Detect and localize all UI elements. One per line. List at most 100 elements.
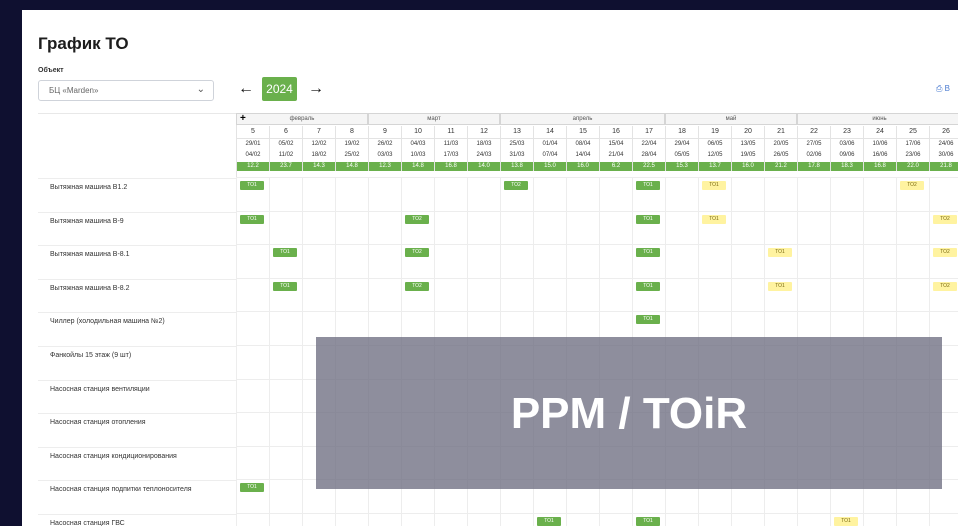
week-hours: 16.8 — [435, 162, 467, 171]
week-start-date: 08/04 — [575, 141, 591, 147]
next-year-arrow-icon[interactable]: → — [308, 80, 324, 98]
maintenance-task-badge[interactable]: ТО2 — [405, 214, 429, 224]
week-start-date: 15/04 — [608, 141, 624, 147]
week-end-date: 14/04 — [575, 152, 591, 158]
maintenance-task-badge[interactable]: ТО2 — [933, 281, 957, 291]
prev-year-arrow-icon[interactable]: ← — [238, 80, 254, 98]
week-hours: 13.8 — [501, 162, 533, 171]
maintenance-task-badge[interactable]: ТО2 — [933, 248, 957, 258]
equipment-row-label[interactable]: Вытяжная машина В1.2 — [38, 178, 236, 212]
week-column: 24 10/06 16/06 16.8 — [863, 126, 896, 171]
equipment-row-label[interactable]: Вытяжная машина В-9 — [38, 211, 236, 246]
maintenance-task-badge[interactable]: ТО1 — [702, 214, 726, 224]
week-column: 22 27/05 02/06 17.8 — [797, 126, 830, 171]
week-column: 5 29/01 04/02 12.2 — [236, 126, 269, 171]
week-end-date: 28/04 — [641, 152, 657, 158]
week-column: 21 20/05 26/05 21.2 — [764, 126, 797, 171]
maintenance-task-badge[interactable]: ТО1 — [537, 516, 561, 526]
week-hours: 16.0 — [567, 162, 599, 171]
week-number: 9 — [369, 126, 401, 139]
object-select[interactable]: БЦ «Marden» ⌄ — [38, 80, 214, 101]
equipment-column: Вытяжная машина В1.2 Вытяжная машина В-9 В… — [38, 113, 237, 526]
equipment-row-label[interactable]: Вытяжная машина В-8.2 — [38, 278, 236, 313]
maintenance-task-badge[interactable]: ТО1 — [240, 214, 264, 224]
week-hours: 14.3 — [303, 162, 335, 171]
week-hours: 6.2 — [600, 162, 632, 171]
month-header-cell: февраль — [236, 113, 368, 125]
print-link[interactable]: ⎙ В — [936, 84, 950, 94]
week-hours: 12.3 — [369, 162, 401, 171]
month-header-cell: май — [665, 113, 797, 125]
week-number: 22 — [798, 126, 830, 139]
equipment-row-label[interactable]: Фанкойлы 15 этаж (9 шт) — [38, 345, 236, 380]
maintenance-task-badge[interactable]: ТО1 — [273, 281, 297, 291]
equipment-row-label[interactable]: Чиллер (холодильная машина №2) — [38, 312, 236, 346]
add-plus-icon[interactable]: + — [240, 113, 246, 124]
equipment-list: Вытяжная машина В1.2 Вытяжная машина В-9 В… — [38, 178, 236, 526]
week-column: 8 19/02 25/02 14.8 — [335, 126, 368, 171]
object-select-value: БЦ «Marden» — [49, 86, 99, 95]
equipment-row-label[interactable]: Насосная станция кондиционирования — [38, 446, 236, 481]
equipment-row-label[interactable]: Насосная станция вентиляции — [38, 379, 236, 414]
week-column: 19 06/05 12/05 13.7 — [698, 126, 731, 171]
week-end-date: 10/03 — [410, 152, 426, 158]
week-end-date: 25/02 — [344, 152, 360, 158]
week-number: 12 — [468, 126, 500, 139]
schedule-row: ТО1 ТО2 ТО1 ТО1 ТО2 — [236, 210, 958, 245]
maintenance-task-badge[interactable]: ТО1 — [636, 315, 660, 325]
week-column: 10 04/03 10/03 14.8 — [401, 126, 434, 171]
week-end-date: 04/02 — [245, 152, 261, 158]
maintenance-task-badge[interactable]: ТО1 — [768, 281, 792, 291]
maintenance-task-badge[interactable]: ТО1 — [636, 516, 660, 526]
week-column: 15 08/04 14/04 16.0 — [566, 126, 599, 171]
maintenance-task-badge[interactable]: ТО2 — [405, 281, 429, 291]
equipment-row-label[interactable]: Насосная станция отопления — [38, 413, 236, 447]
week-hours: 14.0 — [468, 162, 500, 171]
maintenance-task-badge[interactable]: ТО1 — [636, 281, 660, 291]
week-number: 21 — [765, 126, 797, 139]
week-start-date: 29/04 — [674, 141, 690, 147]
maintenance-task-badge[interactable]: ТО1 — [834, 516, 858, 526]
maintenance-task-badge[interactable]: ТО1 — [636, 248, 660, 258]
week-start-date: 20/05 — [773, 141, 789, 147]
maintenance-task-badge[interactable]: ТО1 — [636, 181, 660, 190]
week-start-date: 17/06 — [905, 141, 921, 147]
maintenance-task-badge[interactable]: ТО2 — [504, 181, 528, 190]
week-hours: 22.5 — [633, 162, 665, 171]
equipment-row-label[interactable]: Вытяжная машина В-8.1 — [38, 245, 236, 279]
week-start-date: 27/05 — [806, 141, 822, 147]
week-hours: 16.0 — [732, 162, 764, 171]
month-header-cell: июнь — [797, 113, 958, 125]
year-badge: 2024 — [262, 77, 297, 101]
schedule-row: ТО1 ТО2 ТО1 ТО1 ТО2 — [236, 177, 958, 211]
week-end-date: 02/06 — [806, 152, 822, 158]
week-start-date: 11/03 — [443, 141, 459, 147]
maintenance-task-badge[interactable]: ТО1 — [702, 181, 726, 190]
equipment-row-label[interactable]: Насосная станция подпитки теплоносителя — [38, 480, 236, 514]
week-hours: 14.8 — [336, 162, 368, 171]
object-label: Объект — [38, 67, 64, 74]
maintenance-task-badge[interactable]: ТО1 — [240, 483, 264, 493]
week-hours: 21.2 — [765, 162, 797, 171]
schedule-row: ТО1 ТО2 ТО1 ТО1 ТО2 — [236, 244, 958, 278]
maintenance-task-badge[interactable]: ТО1 — [768, 248, 792, 258]
week-start-date: 04/03 — [410, 141, 426, 147]
week-column: 26 24/06 30/06 21.8 — [929, 126, 958, 171]
week-column: 23 03/06 09/06 18.3 — [830, 126, 863, 171]
equipment-row-label[interactable]: Насосная станция ГВС — [38, 513, 236, 526]
maintenance-task-badge[interactable]: ТО1 — [240, 181, 264, 190]
maintenance-task-badge[interactable]: ТО1 — [636, 214, 660, 224]
week-column: 7 12/02 18/02 14.3 — [302, 126, 335, 171]
maintenance-task-badge[interactable]: ТО2 — [900, 181, 924, 190]
maintenance-task-badge[interactable]: ТО2 — [933, 214, 957, 224]
maintenance-task-badge[interactable]: ТО1 — [273, 248, 297, 258]
week-hours: 17.8 — [798, 162, 830, 171]
banner-text: PPM / TOiR — [510, 389, 748, 438]
maintenance-task-badge[interactable]: ТО2 — [405, 248, 429, 258]
week-hours: 21.8 — [930, 162, 958, 171]
week-end-date: 21/04 — [608, 152, 624, 158]
week-number: 5 — [237, 126, 269, 139]
week-number: 10 — [402, 126, 434, 139]
week-start-date: 24/06 — [938, 141, 954, 147]
week-end-date: 30/06 — [938, 152, 954, 158]
